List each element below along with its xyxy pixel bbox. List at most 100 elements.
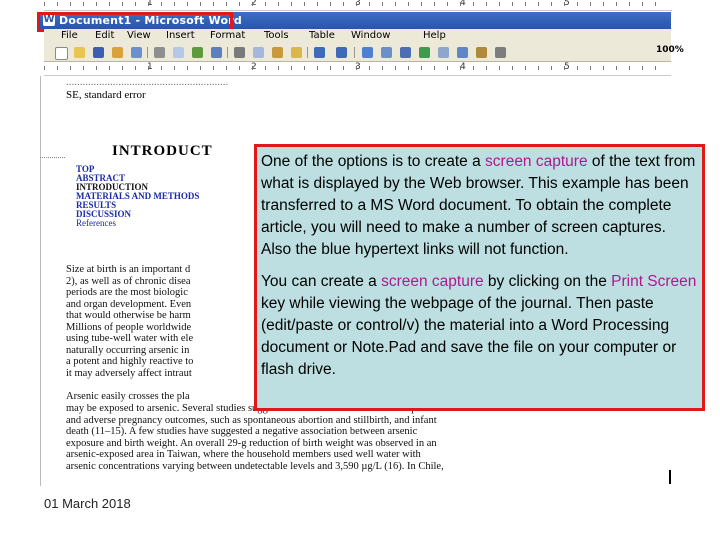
document-edge bbox=[40, 76, 41, 486]
ruler-tick bbox=[265, 2, 266, 6]
undo-icon[interactable] bbox=[314, 47, 325, 58]
ruler-tick bbox=[330, 2, 331, 6]
text-line: a potent and highly reactive to bbox=[66, 356, 194, 367]
insert-table-icon[interactable] bbox=[400, 47, 411, 58]
menu-table[interactable]: Table bbox=[309, 30, 335, 41]
menu-tools[interactable]: Tools bbox=[264, 30, 289, 41]
menu-view[interactable]: View bbox=[127, 30, 151, 41]
ruler-tick bbox=[122, 66, 123, 70]
ruler-tick bbox=[551, 2, 552, 6]
text-line: SE, standard error bbox=[66, 89, 146, 101]
ruler-tick bbox=[226, 66, 227, 70]
ruler-tick bbox=[304, 2, 305, 6]
text-line: it may adversely affect intraut bbox=[66, 367, 192, 379]
menu-file[interactable]: File bbox=[61, 30, 78, 41]
tables-borders-icon[interactable] bbox=[381, 47, 392, 58]
copy-icon[interactable] bbox=[253, 47, 264, 58]
section-heading: INTRODUCT bbox=[112, 143, 213, 159]
ruler-tick bbox=[148, 66, 149, 70]
text-line: exposure and birth weight. An overall 29… bbox=[66, 437, 437, 449]
save-icon[interactable] bbox=[93, 47, 104, 58]
ruler-tick bbox=[473, 2, 474, 6]
text-line: 2), as well as of chronic disea bbox=[66, 275, 191, 287]
ruler-tick bbox=[278, 2, 279, 6]
ruler-tick bbox=[577, 2, 578, 6]
ruler-tick bbox=[252, 66, 253, 70]
ruler-tick bbox=[460, 2, 461, 6]
ruler-tick bbox=[590, 2, 591, 6]
new-document-icon[interactable] bbox=[55, 47, 68, 60]
ruler-tick bbox=[395, 66, 396, 70]
show-hide-icon[interactable] bbox=[495, 47, 506, 58]
menu-bar: File Edit View Insert Format Tools Table… bbox=[44, 29, 671, 45]
paragraph-2-start: Arsenic easily crosses the pla bbox=[66, 391, 190, 402]
research-icon[interactable] bbox=[211, 47, 222, 58]
ruler-tick bbox=[317, 66, 318, 70]
format-painter-icon[interactable] bbox=[291, 47, 302, 58]
menu-window[interactable]: Window bbox=[351, 30, 390, 41]
insert-excel-icon[interactable] bbox=[419, 47, 430, 58]
cut-icon[interactable] bbox=[234, 47, 245, 58]
open-folder-icon[interactable] bbox=[74, 47, 85, 58]
table-of-contents: TOP ABSTRACT INTRODUCTION MATERIALS AND … bbox=[76, 165, 199, 228]
permission-icon[interactable] bbox=[112, 47, 123, 58]
print-preview-icon[interactable] bbox=[173, 47, 184, 58]
ruler-tick bbox=[161, 2, 162, 6]
spelling-icon[interactable] bbox=[192, 47, 203, 58]
horizontal-ruler[interactable]: 1 2 3 4 5 bbox=[44, 62, 671, 76]
ruler-tick bbox=[525, 2, 526, 6]
text-line: and organ development. Even bbox=[66, 298, 192, 310]
ruler-tick bbox=[629, 2, 630, 6]
ruler-tick bbox=[356, 66, 357, 70]
menu-edit[interactable]: Edit bbox=[95, 30, 114, 41]
ruler-tick bbox=[616, 66, 617, 70]
ruler-tick bbox=[486, 66, 487, 70]
text-line: and adverse pregnancy outcomes, such as … bbox=[66, 414, 437, 426]
highlight-term: Print Screen bbox=[611, 273, 697, 290]
text-cursor bbox=[669, 470, 671, 484]
paragraph-1: Size at birth is an important d 2), as w… bbox=[66, 264, 256, 379]
drawing-icon[interactable] bbox=[457, 47, 468, 58]
menu-format[interactable]: Format bbox=[210, 30, 245, 41]
ruler-tick bbox=[538, 2, 539, 6]
ruler-tick bbox=[343, 66, 344, 70]
print-icon[interactable] bbox=[154, 47, 165, 58]
menu-insert[interactable]: Insert bbox=[166, 30, 195, 41]
email-icon[interactable] bbox=[131, 47, 142, 58]
paragraph-2: may be exposed to arsenic. Several studi… bbox=[66, 403, 636, 472]
document-map-icon[interactable] bbox=[476, 47, 487, 58]
ruler-tick bbox=[408, 2, 409, 6]
menu-help[interactable]: Help bbox=[423, 30, 446, 41]
highlight-term: screen capture bbox=[381, 273, 484, 290]
document-top-text: ........................................… bbox=[66, 76, 256, 102]
hyperlink-icon[interactable] bbox=[362, 47, 373, 58]
clipped-text-line: ........................................… bbox=[66, 76, 229, 88]
ruler-tick bbox=[629, 66, 630, 70]
ruler-tick bbox=[135, 66, 136, 70]
standard-toolbar: 100% bbox=[44, 44, 684, 62]
callout-paragraph-2: You can create a screen capture by click… bbox=[261, 273, 697, 378]
ruler-tick bbox=[564, 2, 565, 6]
toolbar-separator bbox=[227, 47, 228, 58]
text-line: Size at birth is an important d bbox=[66, 264, 191, 275]
text-line: death (11–15). A few studies have sugges… bbox=[66, 426, 418, 437]
ruler-tick bbox=[278, 66, 279, 70]
toc-link-references[interactable]: References bbox=[76, 219, 199, 228]
columns-icon[interactable] bbox=[438, 47, 449, 58]
callout-paragraph-1: One of the options is to create a screen… bbox=[261, 153, 696, 258]
ruler-tick bbox=[83, 2, 84, 6]
ruler-tick bbox=[603, 66, 604, 70]
paste-icon[interactable] bbox=[272, 47, 283, 58]
ruler-tick bbox=[109, 66, 110, 70]
ruler-tick bbox=[616, 2, 617, 6]
text-line: that would otherwise be harm bbox=[66, 310, 191, 321]
redo-icon[interactable] bbox=[336, 47, 347, 58]
ruler-tick bbox=[486, 2, 487, 6]
ruler-tick bbox=[109, 2, 110, 6]
ruler-tick bbox=[577, 66, 578, 70]
ruler-tick bbox=[161, 66, 162, 70]
ruler-tick bbox=[239, 66, 240, 70]
zoom-box[interactable]: 100% bbox=[656, 45, 684, 55]
ruler-tick bbox=[213, 66, 214, 70]
ruler-tick bbox=[603, 2, 604, 6]
